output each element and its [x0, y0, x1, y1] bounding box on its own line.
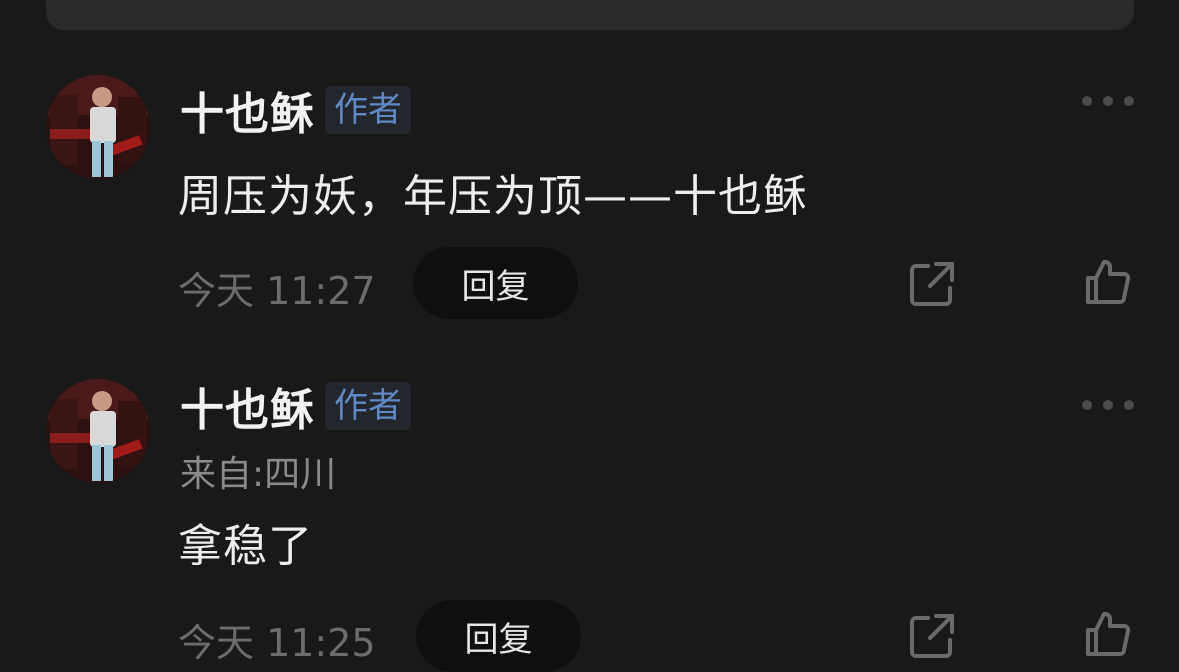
location-text: 来自:四川 — [180, 454, 337, 495]
author-row: 十也稣 作者 — [180, 376, 411, 436]
author-badge: 作者 — [325, 85, 411, 135]
like-icon[interactable] — [1084, 610, 1132, 658]
share-icon[interactable] — [908, 612, 956, 660]
reply-button[interactable]: 回复 — [413, 247, 578, 319]
author-name[interactable]: 十也稣 — [180, 78, 315, 142]
avatar[interactable] — [46, 75, 150, 179]
avatar[interactable] — [46, 379, 150, 483]
comment-time: 今天 11:25 — [178, 621, 376, 665]
avatar-image — [46, 75, 150, 179]
comment-content: 拿稳了 — [178, 521, 313, 572]
previous-card — [46, 0, 1134, 30]
author-name[interactable]: 十也稣 — [180, 374, 315, 438]
more-icon[interactable] — [1082, 398, 1134, 412]
comment-content: 周压为妖，年压为顶——十也稣 — [178, 171, 808, 222]
avatar-image — [46, 379, 150, 483]
author-badge: 作者 — [325, 381, 411, 431]
share-icon[interactable] — [908, 260, 956, 308]
like-icon[interactable] — [1084, 258, 1132, 306]
more-icon[interactable] — [1082, 94, 1134, 108]
comment-time: 今天 11:27 — [178, 269, 376, 313]
reply-button[interactable]: 回复 — [416, 600, 581, 672]
author-row: 十也稣 作者 — [180, 80, 411, 140]
